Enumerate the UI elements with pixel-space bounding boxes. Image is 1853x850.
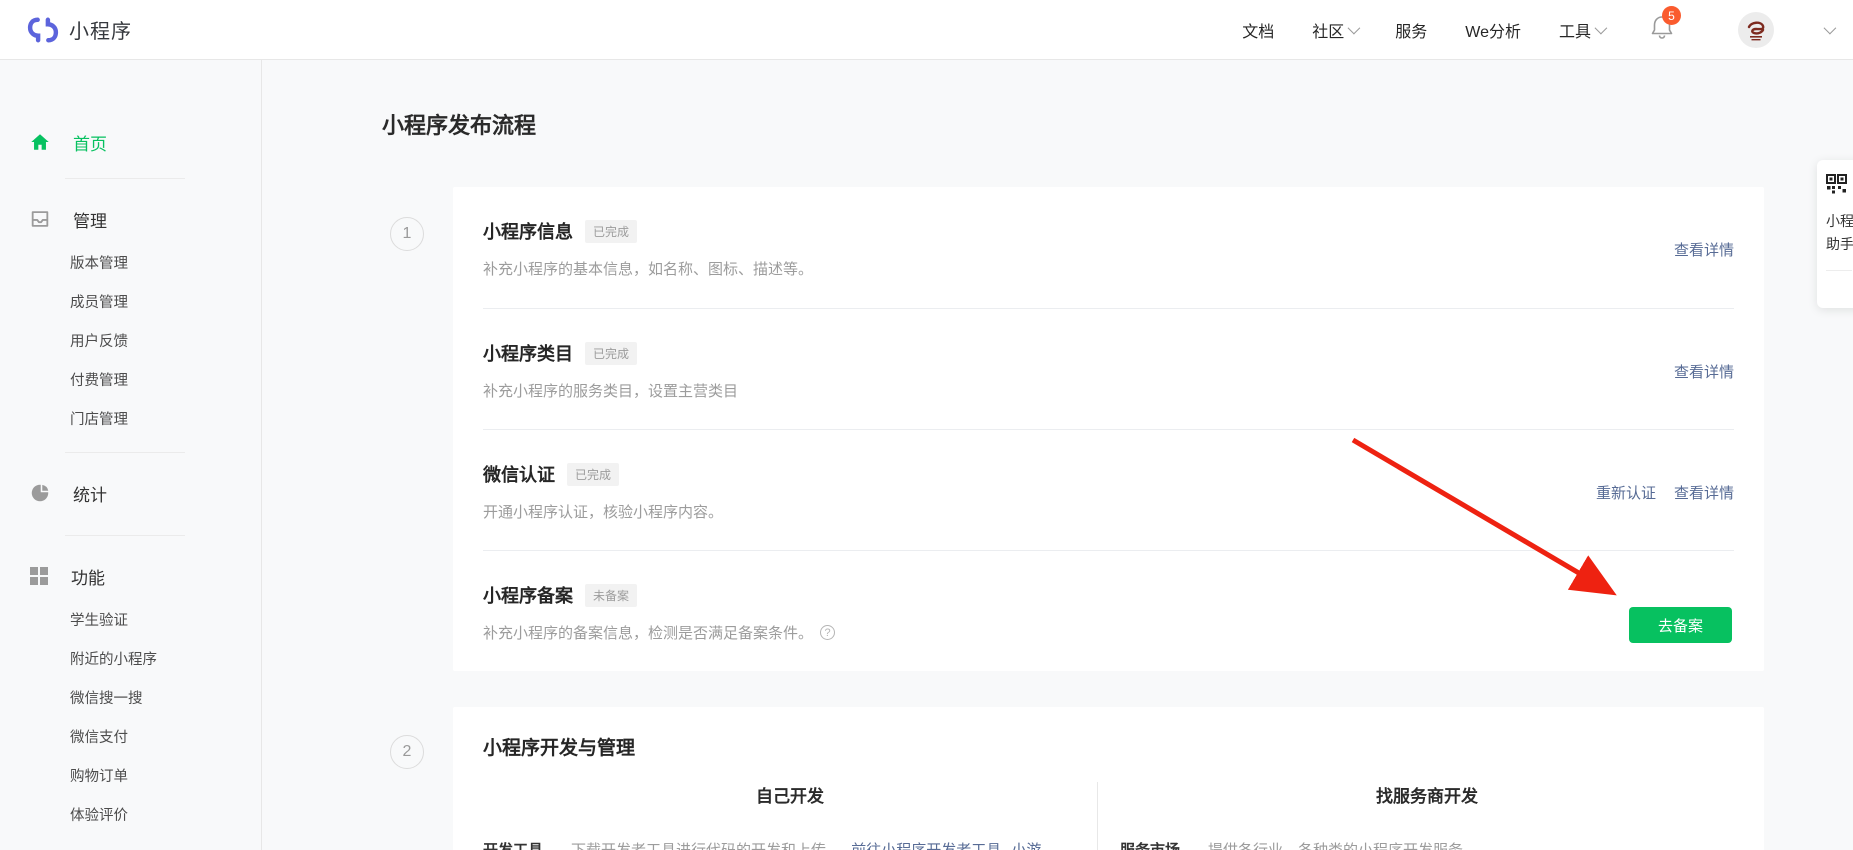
- sidebar-section-statistics[interactable]: 统计: [0, 473, 261, 513]
- grid-icon: [30, 567, 48, 585]
- sidebar-item-store-management[interactable]: 门店管理: [0, 401, 261, 440]
- row-title: 小程序信息: [483, 222, 573, 242]
- sidebar-item-payment-management[interactable]: 付费管理: [0, 362, 261, 401]
- dev-tools-label: 开发工具: [483, 839, 543, 850]
- view-details-link[interactable]: 查看详情: [1674, 482, 1734, 503]
- row-title: 小程序备案: [483, 586, 573, 606]
- assistant-label: 小程序助手: [1826, 213, 1853, 253]
- column-header: 找服务商开发: [1376, 787, 1478, 806]
- sidebar-item-experience-rating[interactable]: 体验评价: [0, 797, 261, 836]
- development-management-card: 小程序开发与管理 自己开发 开发工具 下载开发者工具进行代码的开发和上传。 前往…: [453, 707, 1764, 850]
- sidebar-section-features[interactable]: 功能: [0, 556, 261, 596]
- notifications-button[interactable]: 5: [1650, 6, 1681, 45]
- row-wechat-verification: 微信认证 已完成 开通小程序认证，核验小程序内容。 重新认证 查看详情: [483, 429, 1734, 550]
- status-badge: 已完成: [585, 219, 638, 243]
- go-to-filing-button[interactable]: 去备案: [1629, 607, 1732, 643]
- home-icon: [31, 134, 49, 150]
- row-description: 补充小程序的服务类目，设置主营类目: [483, 383, 739, 400]
- sidebar-item-label: 首页: [73, 134, 107, 154]
- sidebar-item-shopping-orders[interactable]: 购物订单: [0, 758, 261, 797]
- row-miniprogram-icp-filing: 小程序备案 未备案 补充小程序的备案信息，检测是否满足备案条件。 ? 去备案: [483, 550, 1734, 671]
- row-description: 开通小程序认证，核验小程序内容。: [483, 504, 724, 521]
- sidebar-divider: [65, 535, 185, 536]
- sidebar-item-student-verification[interactable]: 学生验证: [0, 602, 261, 641]
- nav-we-analytics[interactable]: We分析: [1465, 18, 1521, 42]
- reverify-link[interactable]: 重新认证: [1596, 482, 1656, 503]
- step-2-indicator: 2: [390, 735, 424, 769]
- notification-badge: 5: [1662, 6, 1681, 25]
- sidebar-item-wechat-search[interactable]: 微信搜一搜: [0, 680, 261, 719]
- account-avatar[interactable]: [1738, 11, 1774, 48]
- view-details-link[interactable]: 查看详情: [1674, 361, 1734, 382]
- sidebar-divider: [65, 452, 185, 453]
- status-badge: 已完成: [585, 341, 638, 365]
- dev-tools-text: 下载开发者工具进行代码的开发和上传。: [571, 842, 841, 850]
- release-steps-card: 小程序信息 已完成 补充小程序的基本信息，如名称、图标、描述等。 查看详情 小程…: [453, 187, 1764, 671]
- miniprogram-assistant-widget[interactable]: 小程序助手: [1817, 160, 1853, 308]
- sidebar-divider: [65, 178, 185, 179]
- brand[interactable]: 小程序: [27, 14, 132, 46]
- drawer-icon: [31, 211, 49, 227]
- step2-title: 小程序开发与管理: [483, 738, 636, 759]
- features-sublist: 学生验证 附近的小程序 微信搜一搜 微信支付 购物订单 体验评价: [0, 602, 261, 836]
- step-1-indicator: 1: [390, 217, 424, 251]
- pie-chart-icon: [31, 482, 51, 502]
- widget-divider: [1826, 270, 1852, 272]
- minigame-link[interactable]: 小游: [1011, 842, 1041, 850]
- sidebar-section-label: 统计: [73, 485, 107, 505]
- avatar-logo-icon: [1747, 21, 1765, 40]
- miniprogram-logo-icon: [27, 17, 59, 42]
- column-self-develop: 自己开发 开发工具 下载开发者工具进行代码的开发和上传。 前往小程序开发者工具 …: [483, 782, 1097, 850]
- status-badge: 已完成: [567, 462, 620, 486]
- nav-services[interactable]: 服务: [1395, 18, 1427, 42]
- sidebar-item-home[interactable]: 首页: [0, 122, 261, 162]
- row-title: 微信认证: [483, 465, 555, 485]
- status-badge: 未备案: [585, 583, 638, 607]
- qr-code-icon: [1826, 174, 1847, 194]
- sidebar-item-version-management[interactable]: 版本管理: [0, 245, 261, 284]
- service-market-label: 服务市场: [1120, 839, 1180, 850]
- nav-docs[interactable]: 文档: [1242, 18, 1274, 42]
- nav-community[interactable]: 社区: [1312, 18, 1361, 42]
- sidebar-section-label: 管理: [73, 211, 107, 231]
- account-menu-chevron-icon[interactable]: [1823, 21, 1837, 35]
- row-title: 小程序类目: [483, 344, 573, 364]
- sidebar-item-wechat-pay[interactable]: 微信支付: [0, 719, 261, 758]
- sidebar-item-member-management[interactable]: 成员管理: [0, 284, 261, 323]
- top-header: 小程序 文档 社区 服务 We分析 工具 5: [0, 0, 1853, 60]
- management-sublist: 版本管理 成员管理 用户反馈 付费管理 门店管理: [0, 245, 261, 440]
- service-market-text: 提供各行业、各种类的小程序开发服务: [1208, 839, 1463, 850]
- brand-title: 小程序: [69, 21, 132, 43]
- column-header: 自己开发: [756, 787, 824, 806]
- sidebar-section-management[interactable]: 管理: [0, 199, 261, 239]
- chevron-down-icon: [1347, 21, 1361, 35]
- chevron-down-icon: [1594, 21, 1608, 35]
- sidebar-item-nearby-miniprograms[interactable]: 附近的小程序: [0, 641, 261, 680]
- sidebar-section-label: 功能: [71, 568, 105, 588]
- sidebar: 首页 管理 版本管理 成员管理 用户反馈 付费管理 门店管理 统计 功能 学生验…: [0, 60, 262, 850]
- row-miniprogram-category: 小程序类目 已完成 补充小程序的服务类目，设置主营类目 查看详情: [483, 308, 1734, 429]
- main-content: 小程序发布流程 1 小程序信息 已完成 补充小程序的基本信息，如名称、图标、描述…: [262, 60, 1853, 850]
- row-description: 补充小程序的备案信息，检测是否满足备案条件。: [483, 625, 814, 642]
- row-description: 补充小程序的基本信息，如名称、图标、描述等。: [483, 261, 814, 278]
- page-title: 小程序发布流程: [382, 113, 537, 138]
- goto-devtools-link[interactable]: 前往小程序开发者工具: [851, 842, 1001, 850]
- nav-tools[interactable]: 工具: [1559, 18, 1608, 42]
- row-miniprogram-info: 小程序信息 已完成 补充小程序的基本信息，如名称、图标、描述等。 查看详情: [483, 187, 1734, 308]
- header-nav: 文档 社区 服务 We分析 工具 5: [1242, 6, 1837, 48]
- help-circle-icon[interactable]: ?: [820, 625, 836, 640]
- sidebar-item-user-feedback[interactable]: 用户反馈: [0, 323, 261, 362]
- column-find-service-provider: 找服务商开发 服务市场 提供各行业、各种类的小程序开发服务: [1097, 782, 1734, 850]
- view-details-link[interactable]: 查看详情: [1674, 239, 1734, 260]
